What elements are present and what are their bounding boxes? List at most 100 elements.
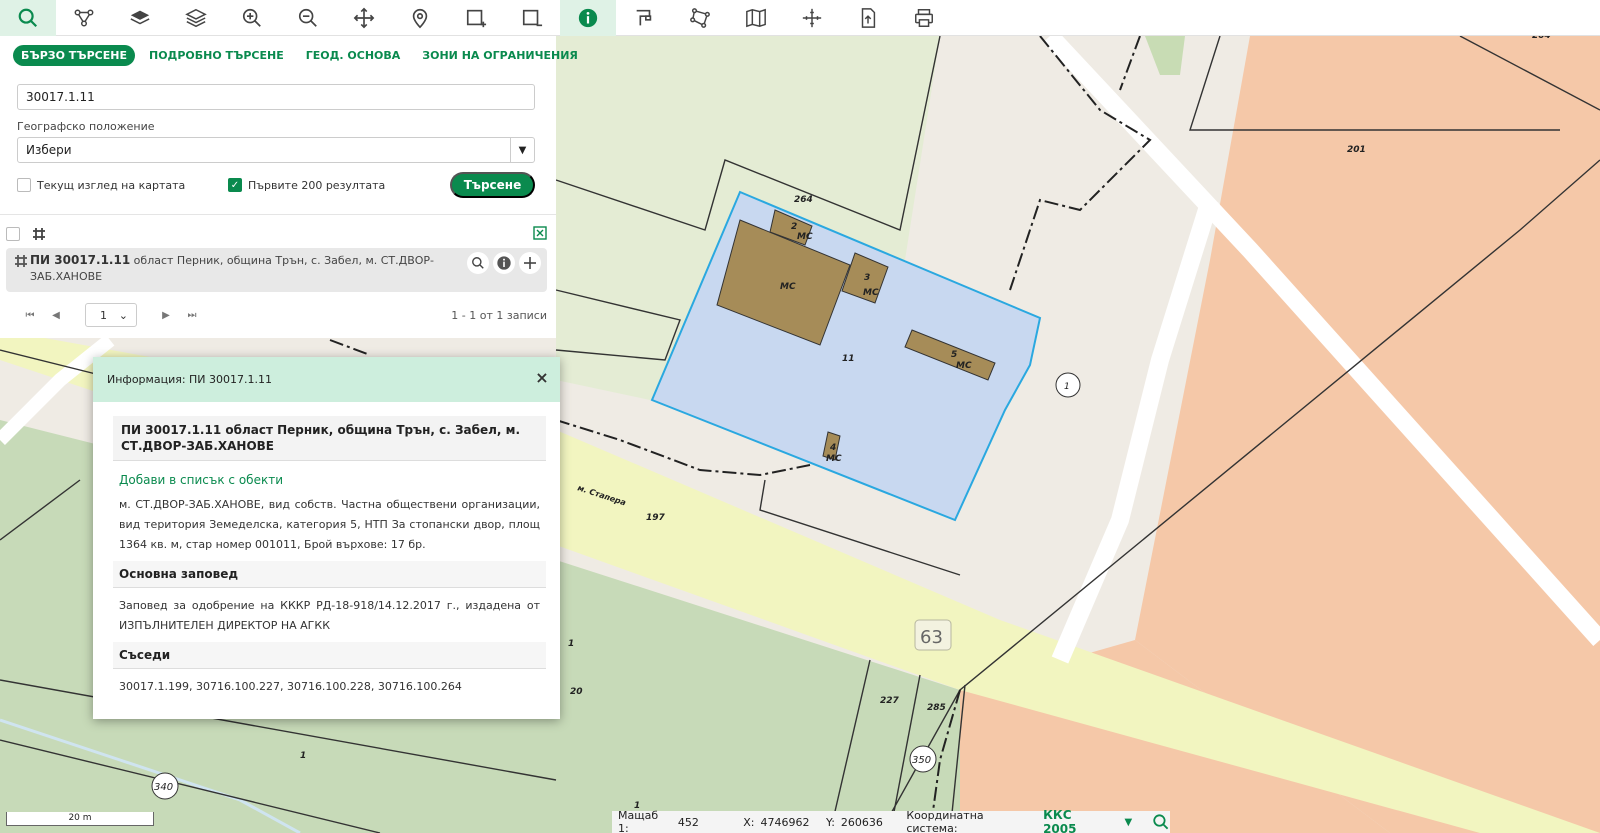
select-rect-minus-button[interactable] (504, 0, 560, 36)
parcel-label: 1 (300, 751, 306, 761)
grid-hash-icon[interactable] (32, 227, 46, 241)
circle-marker-label: 1 (1064, 382, 1070, 392)
first-page-icon[interactable]: ⏮ (17, 310, 43, 321)
tab-geodetic-base[interactable]: ГЕОД. ОСНОВА (298, 45, 409, 66)
tab-quick-search[interactable]: БЪРЗО ТЪРСЕНЕ (13, 44, 135, 66)
export-button[interactable] (840, 0, 896, 36)
building-type: МС (863, 288, 879, 298)
scale-value[interactable]: 452 (678, 816, 737, 829)
order-heading: Основна заповед (113, 561, 546, 588)
records-count: 1 - 1 от 1 записи (451, 308, 547, 322)
print-button[interactable] (896, 0, 952, 36)
zoom-in-button[interactable] (224, 0, 280, 36)
info-popup-body: ПИ 30017.1.11 област Перник, община Трън… (93, 416, 560, 697)
close-icon[interactable]: × (534, 370, 550, 386)
crs-value[interactable]: ККС 2005 (1043, 808, 1108, 833)
x-label: X: (743, 815, 755, 829)
parcel-label: 20 (570, 687, 583, 697)
search-tabs: БЪРЗО ТЪРСЕНЕ ПОДРОБНО ТЪРСЕНЕ ГЕОД. ОСН… (0, 36, 578, 74)
pan-icon (353, 7, 375, 29)
first200-label: Първите 200 резултата (248, 178, 386, 192)
search-button[interactable]: Търсене (450, 172, 535, 198)
building-type: МС (956, 361, 972, 371)
y-value: 260636 (840, 815, 883, 829)
first200-checkbox[interactable]: ✓ (228, 178, 242, 192)
zoom-out-button[interactable] (280, 0, 336, 36)
route-tool-button[interactable] (56, 0, 112, 36)
neighbors-text: 30017.1.199, 30716.100.227, 30716.100.22… (119, 680, 462, 693)
add-to-list-link[interactable]: Добави в списък с обекти (113, 473, 546, 487)
zoom-out-icon (298, 8, 317, 27)
prev-page-icon[interactable]: ◀ (43, 310, 69, 321)
crs-label: Координатна система: (906, 809, 984, 833)
parcel-number: 11 (842, 354, 855, 364)
parcel-title: ПИ 30017.1.11 област Перник, община Трън… (113, 416, 546, 461)
select-rect-icon (466, 9, 487, 28)
y-label: Y: (825, 815, 835, 829)
search-tool-button[interactable] (0, 0, 56, 36)
current-view-checkbox[interactable] (17, 178, 31, 192)
grid-hash-icon (15, 255, 27, 267)
page-select[interactable]: 1 ⌄ (85, 303, 137, 327)
layers-icon (130, 10, 150, 25)
scale-bar: 20 m (6, 812, 154, 826)
info-popup: Информация: ПИ 30017.1.11 × ПИ 30017.1.1… (93, 357, 560, 719)
result-info-button[interactable] (493, 252, 515, 274)
draw-button[interactable] (616, 0, 672, 36)
polygon-button[interactable] (672, 0, 728, 36)
circle-marker-label: 350 (912, 755, 931, 766)
search-input[interactable] (17, 84, 535, 110)
result-add-button[interactable] (519, 252, 541, 274)
chevron-down-icon: ⌄ (118, 308, 128, 322)
layers-stack-icon (185, 8, 207, 28)
expand-icon[interactable] (533, 226, 547, 240)
info-popup-title: Информация: ПИ 30017.1.11 (107, 373, 273, 386)
current-view-option[interactable]: Текущ изглед на картата (17, 178, 185, 192)
geo-location-select[interactable]: Избери ▼ (17, 137, 535, 163)
info-icon (578, 8, 598, 28)
info-popup-header: Информация: ПИ 30017.1.11 × (93, 357, 560, 402)
zoom-in-icon (242, 8, 261, 27)
export-icon (861, 8, 876, 28)
draw-icon (636, 9, 652, 26)
select-all-checkbox[interactable] (6, 227, 20, 241)
map-button[interactable] (728, 0, 784, 36)
plus-icon (524, 257, 536, 269)
info-tool-button[interactable] (560, 0, 616, 36)
building-number: 5 (951, 350, 957, 360)
layers-tool-button[interactable] (112, 0, 168, 36)
search-icon[interactable] (1152, 813, 1170, 831)
result-zoom-button[interactable] (467, 252, 489, 274)
first200-option[interactable]: ✓ Първите 200 резултата (228, 178, 385, 192)
results-header (6, 226, 551, 242)
map-icon (746, 8, 766, 28)
building-number: 4 (829, 443, 836, 453)
layers-stack-tool-button[interactable] (168, 0, 224, 36)
pan-button[interactable] (336, 0, 392, 36)
info-icon (497, 256, 511, 270)
building-number: 3 (864, 273, 870, 283)
location-button[interactable] (392, 0, 448, 36)
geo-location-label: Географско положение (17, 120, 155, 133)
result-actions (467, 252, 541, 274)
location-pin-icon (412, 8, 428, 29)
geo-location-value: Избери (26, 143, 72, 157)
print-icon (915, 9, 933, 27)
building-number: 2 (791, 222, 797, 232)
result-item[interactable]: ПИ 30017.1.11 област Перник, община Трън… (6, 248, 547, 292)
parcel-details: м. СТ.ДВОР-ЗАБ.ХАНОВЕ, вид собств. Частн… (119, 498, 540, 551)
last-page-icon[interactable]: ⏭ (179, 310, 205, 321)
status-bar: Мащаб 1: 452 X: 4746962 Y: 260636 Коорди… (612, 808, 1170, 833)
tab-restriction-zones[interactable]: ЗОНИ НА ОГРАНИЧЕНИЯ (414, 45, 586, 66)
next-page-icon[interactable]: ▶ (153, 310, 179, 321)
coordinates-button[interactable] (784, 0, 840, 36)
tab-detailed-search[interactable]: ПОДРОБНО ТЪРСЕНЕ (141, 45, 292, 66)
search-icon (472, 257, 484, 269)
parcel-label: 1 (568, 639, 574, 649)
page-value: 1 (100, 308, 107, 322)
order-text: Заповед за одобрение на КККР РД-18-918/1… (119, 599, 540, 632)
scale-label: Мащаб 1: (618, 809, 659, 833)
chevron-down-icon[interactable]: ▼ (1124, 817, 1132, 828)
select-rect-button[interactable] (448, 0, 504, 36)
pager: ⏮ ◀ 1 ⌄ ▶ ⏭ 1 - 1 от 1 записи (17, 303, 547, 327)
